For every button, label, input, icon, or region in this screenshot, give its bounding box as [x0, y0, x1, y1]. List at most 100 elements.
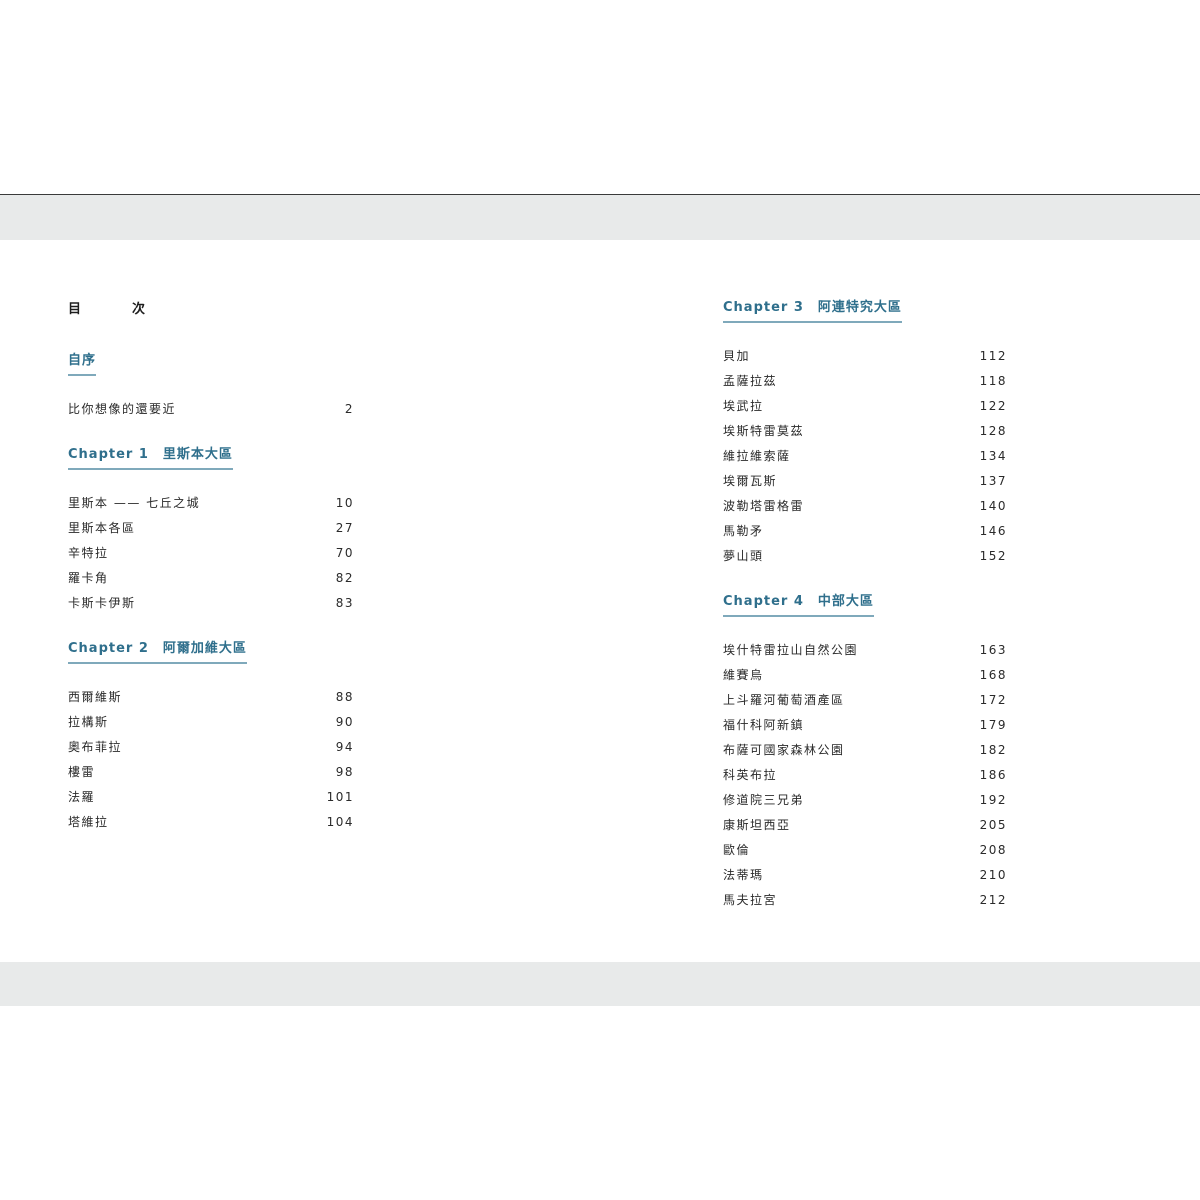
page-number: 205 — [979, 817, 1007, 832]
entry-title: 埃什特雷拉山自然公園 — [723, 643, 859, 657]
toc-entry[interactable]: 貝加 112 — [723, 343, 1007, 368]
toc-entry[interactable]: 上斗羅河葡萄酒產區 172 — [723, 687, 1007, 712]
toc-entry[interactable]: 塔維拉 104 — [68, 809, 354, 834]
page-number: 118 — [979, 373, 1007, 388]
toc-entry[interactable]: 孟薩拉茲 118 — [723, 368, 1007, 393]
section-heading: Chapter 4 中部大區 — [723, 590, 874, 617]
toc-section: Chapter 3 阿連特究大區貝加 112 孟薩拉茲 118 埃武拉 122 埃斯特雷莫茲 1… — [723, 296, 1007, 568]
toc-entry[interactable]: 里斯本 —— 七丘之城 10 — [68, 490, 354, 515]
page-number: 104 — [326, 814, 354, 829]
entry-title: 比你想像的還要近 — [68, 402, 177, 416]
chapter-label: Chapter 3 — [723, 300, 804, 315]
entry-title: 科英布拉 — [723, 768, 778, 782]
toc-entry[interactable]: 夢山頭 152 — [723, 543, 1007, 568]
chapter-label: Chapter 2 — [68, 641, 149, 656]
chapter-label: Chapter 1 — [68, 447, 149, 462]
toc-entry[interactable]: 法蒂瑪 210 — [723, 862, 1007, 887]
page-number: 112 — [979, 348, 1007, 363]
bottom-gray-band — [0, 962, 1200, 1006]
toc-entry[interactable]: 奧布菲拉 94 — [68, 734, 354, 759]
entry-title: 奧布菲拉 — [68, 740, 123, 754]
entry-title: 波勒塔雷格雷 — [723, 499, 805, 513]
entry-title: 修道院三兄弟 — [723, 793, 805, 807]
page-number: 88 — [335, 689, 354, 704]
toc-entry[interactable]: 樓雷 98 — [68, 759, 354, 784]
page-number: 168 — [979, 667, 1007, 682]
page-number: 182 — [979, 742, 1007, 757]
page-number: 101 — [326, 789, 354, 804]
toc-entry[interactable]: 埃武拉 122 — [723, 393, 1007, 418]
page-number: 210 — [979, 867, 1007, 882]
toc-entry[interactable]: 維賽烏 168 — [723, 662, 1007, 687]
page-number: 90 — [335, 714, 354, 729]
right-sections: Chapter 3 阿連特究大區貝加 112 孟薩拉茲 118 埃武拉 122 埃斯特雷莫茲 1… — [723, 296, 1007, 912]
chapter-label: Chapter 4 — [723, 594, 804, 609]
section-heading: Chapter 3 阿連特究大區 — [723, 296, 902, 323]
page-number: 128 — [979, 423, 1007, 438]
page-number: 172 — [979, 692, 1007, 707]
toc-entry[interactable]: 馬夫拉宮 212 — [723, 887, 1007, 912]
page-number: 122 — [979, 398, 1007, 413]
toc-entry[interactable]: 波勒塔雷格雷 140 — [723, 493, 1007, 518]
toc-entry[interactable]: 布薩可國家森林公園 182 — [723, 737, 1007, 762]
entry-title: 辛特拉 — [68, 546, 109, 560]
toc-title: 目 次 — [68, 302, 165, 317]
toc-entry[interactable]: 辛特拉 70 — [68, 540, 354, 565]
toc-section: Chapter 2 阿爾加維大區西爾維斯 88 拉構斯 90 奧布菲拉 94 樓雷 98 法羅 10… — [68, 637, 354, 834]
entry-title: 西爾維斯 — [68, 690, 123, 704]
entry-title: 埃武拉 — [723, 399, 764, 413]
entry-title: 里斯本各區 — [68, 521, 136, 535]
toc-entry[interactable]: 羅卡角 82 — [68, 565, 354, 590]
entry-title: 夢山頭 — [723, 549, 764, 563]
toc-section: Chapter 1 里斯本大區里斯本 —— 七丘之城 10 里斯本各區 27 辛特拉 70 羅… — [68, 443, 354, 615]
toc-entry[interactable]: 維拉維索薩 134 — [723, 443, 1007, 468]
page-number: 82 — [335, 570, 354, 585]
entry-title: 埃斯特雷莫茲 — [723, 424, 805, 438]
toc-entry[interactable]: 拉構斯 90 — [68, 709, 354, 734]
page-number: 192 — [979, 792, 1007, 807]
toc-entry[interactable]: 法羅 101 — [68, 784, 354, 809]
toc-entry[interactable]: 科英布拉 186 — [723, 762, 1007, 787]
toc-entry[interactable]: 西爾維斯 88 — [68, 684, 354, 709]
page-number: 83 — [335, 595, 354, 610]
page-number: 10 — [335, 495, 354, 510]
entry-list: 埃什特雷拉山自然公園 163 維賽烏 168 上斗羅河葡萄酒產區 172 福什科阿新鎮 179… — [723, 637, 1007, 912]
toc-entry[interactable]: 埃什特雷拉山自然公園 163 — [723, 637, 1007, 662]
page-number: 146 — [979, 523, 1007, 538]
entry-title: 歐倫 — [723, 843, 751, 857]
entry-title: 馬勒矛 — [723, 524, 764, 538]
entry-list: 貝加 112 孟薩拉茲 118 埃武拉 122 埃斯特雷莫茲 128 維拉維索薩 134 埃爾瓦斯 1… — [723, 343, 1007, 568]
page-number: 134 — [979, 448, 1007, 463]
toc-entry[interactable]: 修道院三兄弟 192 — [723, 787, 1007, 812]
entry-title: 法羅 — [68, 790, 96, 804]
toc-left-column: 目 次 自序比你想像的還要近 2 Chapter 1 里斯本大區里斯本 —— 七丘之城… — [68, 296, 354, 834]
toc-entry[interactable]: 里斯本各區 27 — [68, 515, 354, 540]
entry-title: 拉構斯 — [68, 715, 109, 729]
section-heading: 自序 — [68, 349, 97, 376]
toc-entry[interactable]: 馬勒矛 146 — [723, 518, 1007, 543]
page-number: 70 — [335, 545, 354, 560]
page-number: 186 — [979, 767, 1007, 782]
page-number: 2 — [344, 401, 354, 416]
page-number: 27 — [335, 520, 354, 535]
section-heading: Chapter 1 里斯本大區 — [68, 443, 233, 470]
page-number: 137 — [979, 473, 1007, 488]
toc-section: 自序比你想像的還要近 2 — [68, 349, 354, 421]
section-heading: Chapter 2 阿爾加維大區 — [68, 637, 247, 664]
book-spread: 目 次 自序比你想像的還要近 2 Chapter 1 里斯本大區里斯本 —— 七丘之城… — [0, 0, 1200, 1200]
toc-entry[interactable]: 比你想像的還要近 2 — [68, 396, 354, 421]
entry-title: 康斯坦西亞 — [723, 818, 791, 832]
toc-entry[interactable]: 埃斯特雷莫茲 128 — [723, 418, 1007, 443]
entry-list: 比你想像的還要近 2 — [68, 396, 354, 421]
toc-entry[interactable]: 康斯坦西亞 205 — [723, 812, 1007, 837]
toc-section: Chapter 4 中部大區埃什特雷拉山自然公園 163 維賽烏 168 上斗羅河葡萄酒產… — [723, 590, 1007, 912]
toc-entry[interactable]: 歐倫 208 — [723, 837, 1007, 862]
toc-entry[interactable]: 福什科阿新鎮 179 — [723, 712, 1007, 737]
toc-entry[interactable]: 埃爾瓦斯 137 — [723, 468, 1007, 493]
toc-entry[interactable]: 卡斯卡伊斯 83 — [68, 590, 354, 615]
entry-title: 卡斯卡伊斯 — [68, 596, 136, 610]
entry-title: 維賽烏 — [723, 668, 764, 682]
entry-list: 里斯本 —— 七丘之城 10 里斯本各區 27 辛特拉 70 羅卡角 82 卡斯卡伊斯 83 — [68, 490, 354, 615]
entry-title: 馬夫拉宮 — [723, 893, 778, 907]
entry-title: 羅卡角 — [68, 571, 109, 585]
